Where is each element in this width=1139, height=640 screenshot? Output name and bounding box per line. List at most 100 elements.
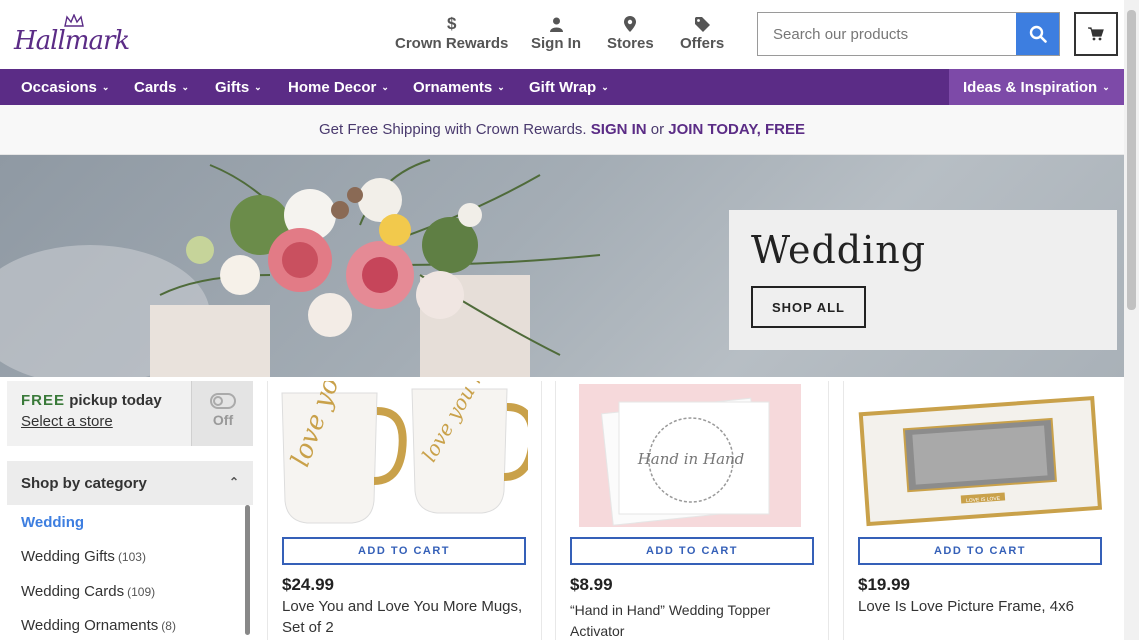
product-image-mugs[interactable]: love you love you more bbox=[272, 381, 528, 529]
nav-home-decor[interactable]: Home Decor ⌄ bbox=[288, 69, 389, 105]
pickup-panel: FREE pickup today Select a store Off bbox=[7, 381, 253, 446]
sign-in-label: Sign In bbox=[531, 35, 581, 52]
promo-or: or bbox=[650, 121, 665, 138]
nav-gifts[interactable]: Gifts ⌄ bbox=[215, 69, 262, 105]
product-price: $24.99 bbox=[282, 575, 334, 594]
crown-rewards-link[interactable]: $ Crown Rewards bbox=[395, 14, 509, 52]
scrollbar-thumb[interactable] bbox=[1127, 10, 1136, 310]
location-pin-icon bbox=[624, 15, 637, 33]
chevron-down-icon: ⌄ bbox=[1102, 81, 1110, 92]
main-nav: Occasions ⌄ Cards ⌄ Gifts ⌄ Home Decor ⌄ Orn… bbox=[0, 69, 1124, 105]
card-lettering: Hand in Hand bbox=[637, 450, 745, 468]
category-label: Wedding bbox=[21, 514, 85, 531]
product-divider bbox=[541, 381, 542, 640]
category-list: Wedding Wedding Gifts (103) Wedding Cards… bbox=[7, 505, 253, 640]
shop-by-category-header[interactable]: Shop by category ⌃ bbox=[7, 461, 253, 505]
toggle-switch-icon bbox=[210, 393, 236, 409]
page-scrollbar[interactable] bbox=[1124, 0, 1139, 640]
chevron-down-icon: ⌄ bbox=[101, 81, 110, 92]
pickup-toggle[interactable]: Off bbox=[191, 381, 253, 446]
offers-label: Offers bbox=[680, 35, 725, 52]
product-name[interactable]: Love You and Love You More Mugs, Set of … bbox=[282, 596, 538, 638]
promo-text: Get Free Shipping with Crown Rewards. bbox=[318, 121, 587, 138]
product-name[interactable]: “Hand in Hand” Wedding Topper Activator bbox=[570, 600, 822, 640]
product-card: Hand in Hand ADD TO CART $8.99 “Hand in … bbox=[570, 381, 822, 640]
chevron-down-icon: ⌄ bbox=[181, 81, 190, 92]
tag-icon bbox=[694, 15, 710, 33]
add-to-cart-button[interactable]: ADD TO CART bbox=[858, 537, 1102, 565]
toggle-label: Off bbox=[212, 412, 234, 428]
chevron-down-icon: ⌄ bbox=[254, 81, 262, 92]
search-button[interactable] bbox=[1016, 13, 1059, 55]
product-divider bbox=[828, 381, 829, 640]
promo-sign-in-link[interactable]: SIGN IN bbox=[591, 121, 647, 138]
product-price: $19.99 bbox=[858, 575, 910, 594]
product-card: love you love you more ADD TO CART $24.9… bbox=[272, 381, 538, 640]
nav-cards[interactable]: Cards ⌄ bbox=[134, 69, 189, 105]
cart-icon bbox=[1088, 27, 1104, 41]
hallmark-logo[interactable]: Hallmark bbox=[14, 14, 130, 58]
offers-link[interactable]: Offers bbox=[680, 15, 724, 52]
nav-label: Gift Wrap bbox=[529, 78, 597, 96]
shop-all-button[interactable]: SHOP ALL bbox=[751, 286, 866, 328]
product-name-line: Set of 2 bbox=[282, 619, 334, 636]
add-to-cart-button[interactable]: ADD TO CART bbox=[570, 537, 814, 565]
nav-label: Cards bbox=[134, 78, 177, 96]
product-name[interactable]: Love Is Love Picture Frame, 4x6 bbox=[858, 596, 1104, 617]
nav-ideas-inspiration[interactable]: Ideas & Inspiration ⌄ bbox=[949, 69, 1124, 105]
nav-label: Gifts bbox=[215, 78, 250, 96]
category-count: (8) bbox=[161, 619, 176, 633]
stores-label: Stores bbox=[607, 35, 654, 52]
chevron-down-icon: ⌄ bbox=[497, 81, 505, 92]
nav-gift-wrap[interactable]: Gift Wrap ⌄ bbox=[529, 69, 609, 105]
category-item-wedding-cards[interactable]: Wedding Cards (109) bbox=[21, 583, 155, 600]
add-to-cart-button[interactable]: ADD TO CART bbox=[282, 537, 526, 565]
chevron-up-icon: ⌃ bbox=[228, 475, 239, 489]
logo-wordmark: Hallmark bbox=[14, 26, 130, 56]
select-store-link[interactable]: Select a store bbox=[21, 413, 113, 430]
category-item-wedding-ornaments[interactable]: Wedding Ornaments (8) bbox=[21, 617, 176, 634]
bouquet-image bbox=[0, 159, 601, 377]
product-name-line: Love You and Love You More Mugs, bbox=[282, 598, 523, 615]
pickup-heading: FREE pickup today bbox=[21, 392, 162, 409]
hero-title: Wedding bbox=[751, 228, 927, 272]
search-box bbox=[757, 12, 1060, 56]
hero-banner: Wedding SHOP ALL bbox=[0, 155, 1124, 377]
search-input[interactable] bbox=[758, 13, 1018, 55]
crown-rewards-label: Crown Rewards bbox=[395, 35, 509, 52]
pickup-today: pickup today bbox=[69, 392, 162, 409]
product-name-line: “Hand in Hand” Wedding Topper Activator bbox=[570, 602, 771, 639]
category-scrollbar[interactable] bbox=[245, 505, 250, 635]
nav-ornaments[interactable]: Ornaments ⌄ bbox=[413, 69, 505, 105]
category-label: Wedding Ornaments bbox=[21, 617, 159, 634]
product-divider bbox=[843, 381, 844, 640]
site-header: Hallmark $ Crown Rewards Sign In Stores … bbox=[0, 0, 1124, 69]
nav-label: Ideas & Inspiration bbox=[963, 78, 1098, 96]
category-count: (109) bbox=[127, 585, 156, 599]
sign-in-link[interactable]: Sign In bbox=[531, 15, 581, 52]
hero-panel: Wedding SHOP ALL bbox=[729, 210, 1117, 350]
chevron-down-icon: ⌄ bbox=[381, 81, 389, 92]
user-icon bbox=[549, 15, 563, 33]
category-count: (103) bbox=[117, 550, 146, 564]
product-image-frame[interactable]: LOVE IS LOVE bbox=[858, 384, 1104, 527]
search-icon bbox=[1029, 25, 1047, 43]
stores-link[interactable]: Stores bbox=[607, 15, 654, 52]
nav-label: Occasions bbox=[21, 78, 97, 96]
category-label: Wedding Cards bbox=[21, 583, 125, 600]
nav-label: Ornaments bbox=[413, 78, 493, 96]
category-item-wedding[interactable]: Wedding bbox=[21, 514, 84, 531]
chevron-down-icon: ⌄ bbox=[601, 81, 609, 92]
category-item-wedding-gifts[interactable]: Wedding Gifts (103) bbox=[21, 548, 146, 565]
pickup-free: FREE bbox=[21, 392, 66, 409]
nav-label: Home Decor bbox=[288, 78, 377, 96]
product-card: LOVE IS LOVE ADD TO CART $19.99 Love Is … bbox=[858, 381, 1104, 640]
dollar-icon: $ bbox=[446, 14, 457, 33]
product-image-card[interactable]: Hand in Hand bbox=[579, 384, 801, 527]
nav-occasions[interactable]: Occasions ⌄ bbox=[21, 69, 109, 105]
product-price: $8.99 bbox=[570, 575, 613, 594]
product-name-line: Love Is Love Picture Frame, 4x6 bbox=[858, 598, 1074, 615]
cart-button[interactable] bbox=[1074, 12, 1118, 56]
promo-join-link[interactable]: JOIN TODAY, FREE bbox=[668, 121, 805, 138]
product-divider bbox=[267, 381, 268, 640]
